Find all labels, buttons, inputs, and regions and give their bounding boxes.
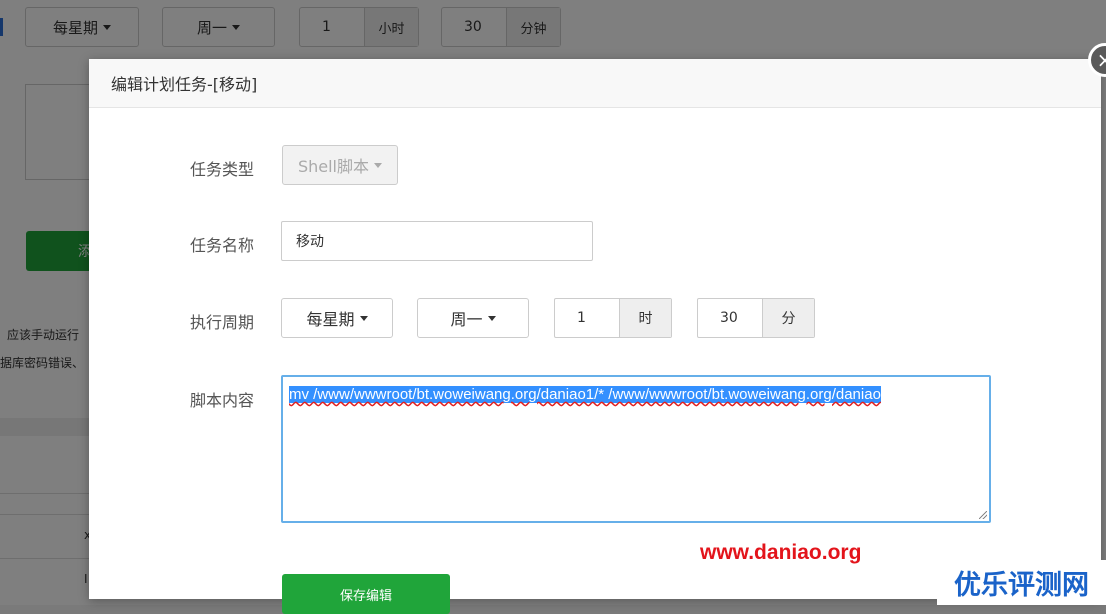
site-watermark: 优乐评测网 xyxy=(937,560,1106,605)
task-name-input[interactable]: 移动 xyxy=(281,221,593,261)
dialog-header: 编辑计划任务-[移动] xyxy=(89,59,1101,108)
script-textarea[interactable]: mv /www/wwwroot/bt.woweiwang.org/daniao1… xyxy=(281,375,991,523)
chevron-down-icon xyxy=(374,162,383,168)
edit-task-dialog: 编辑计划任务-[移动] 任务类型 Shell脚本 任务名称 移动 执行周期 每星… xyxy=(89,59,1101,614)
task-type-value: Shell脚本 xyxy=(297,157,370,176)
weekday-select[interactable]: 周一 xyxy=(417,298,529,338)
resize-grip-icon[interactable] xyxy=(979,511,987,519)
script-content: mv /www/wwwroot/bt.woweiwang.org/daniao1… xyxy=(289,386,881,403)
weekday-value: 周一 xyxy=(450,310,483,329)
minute-unit: 分 xyxy=(762,299,814,337)
period-select[interactable]: 每星期 xyxy=(281,298,393,338)
task-type-select: Shell脚本 xyxy=(282,145,398,185)
dialog-title: 编辑计划任务-[移动] xyxy=(111,75,258,94)
script-label: 脚本内容 xyxy=(190,391,255,410)
schedule-label: 执行周期 xyxy=(190,313,255,332)
chevron-down-icon xyxy=(487,315,496,321)
task-name-value: 移动 xyxy=(296,234,324,250)
task-name-label: 任务名称 xyxy=(190,236,255,255)
hour-unit: 时 xyxy=(619,299,671,337)
hour-input[interactable]: 1 xyxy=(555,299,619,337)
period-value: 每星期 xyxy=(306,310,355,329)
close-icon: × xyxy=(1096,48,1106,72)
chevron-down-icon xyxy=(359,315,368,321)
task-type-label: 任务类型 xyxy=(190,160,255,179)
minute-input[interactable]: 30 xyxy=(698,299,762,337)
hour-input-group: 1 时 xyxy=(554,298,672,338)
watermark-url: www.daniao.org xyxy=(700,541,862,564)
minute-input-group: 30 分 xyxy=(697,298,815,338)
save-edit-button[interactable]: 保存编辑 xyxy=(282,574,450,614)
